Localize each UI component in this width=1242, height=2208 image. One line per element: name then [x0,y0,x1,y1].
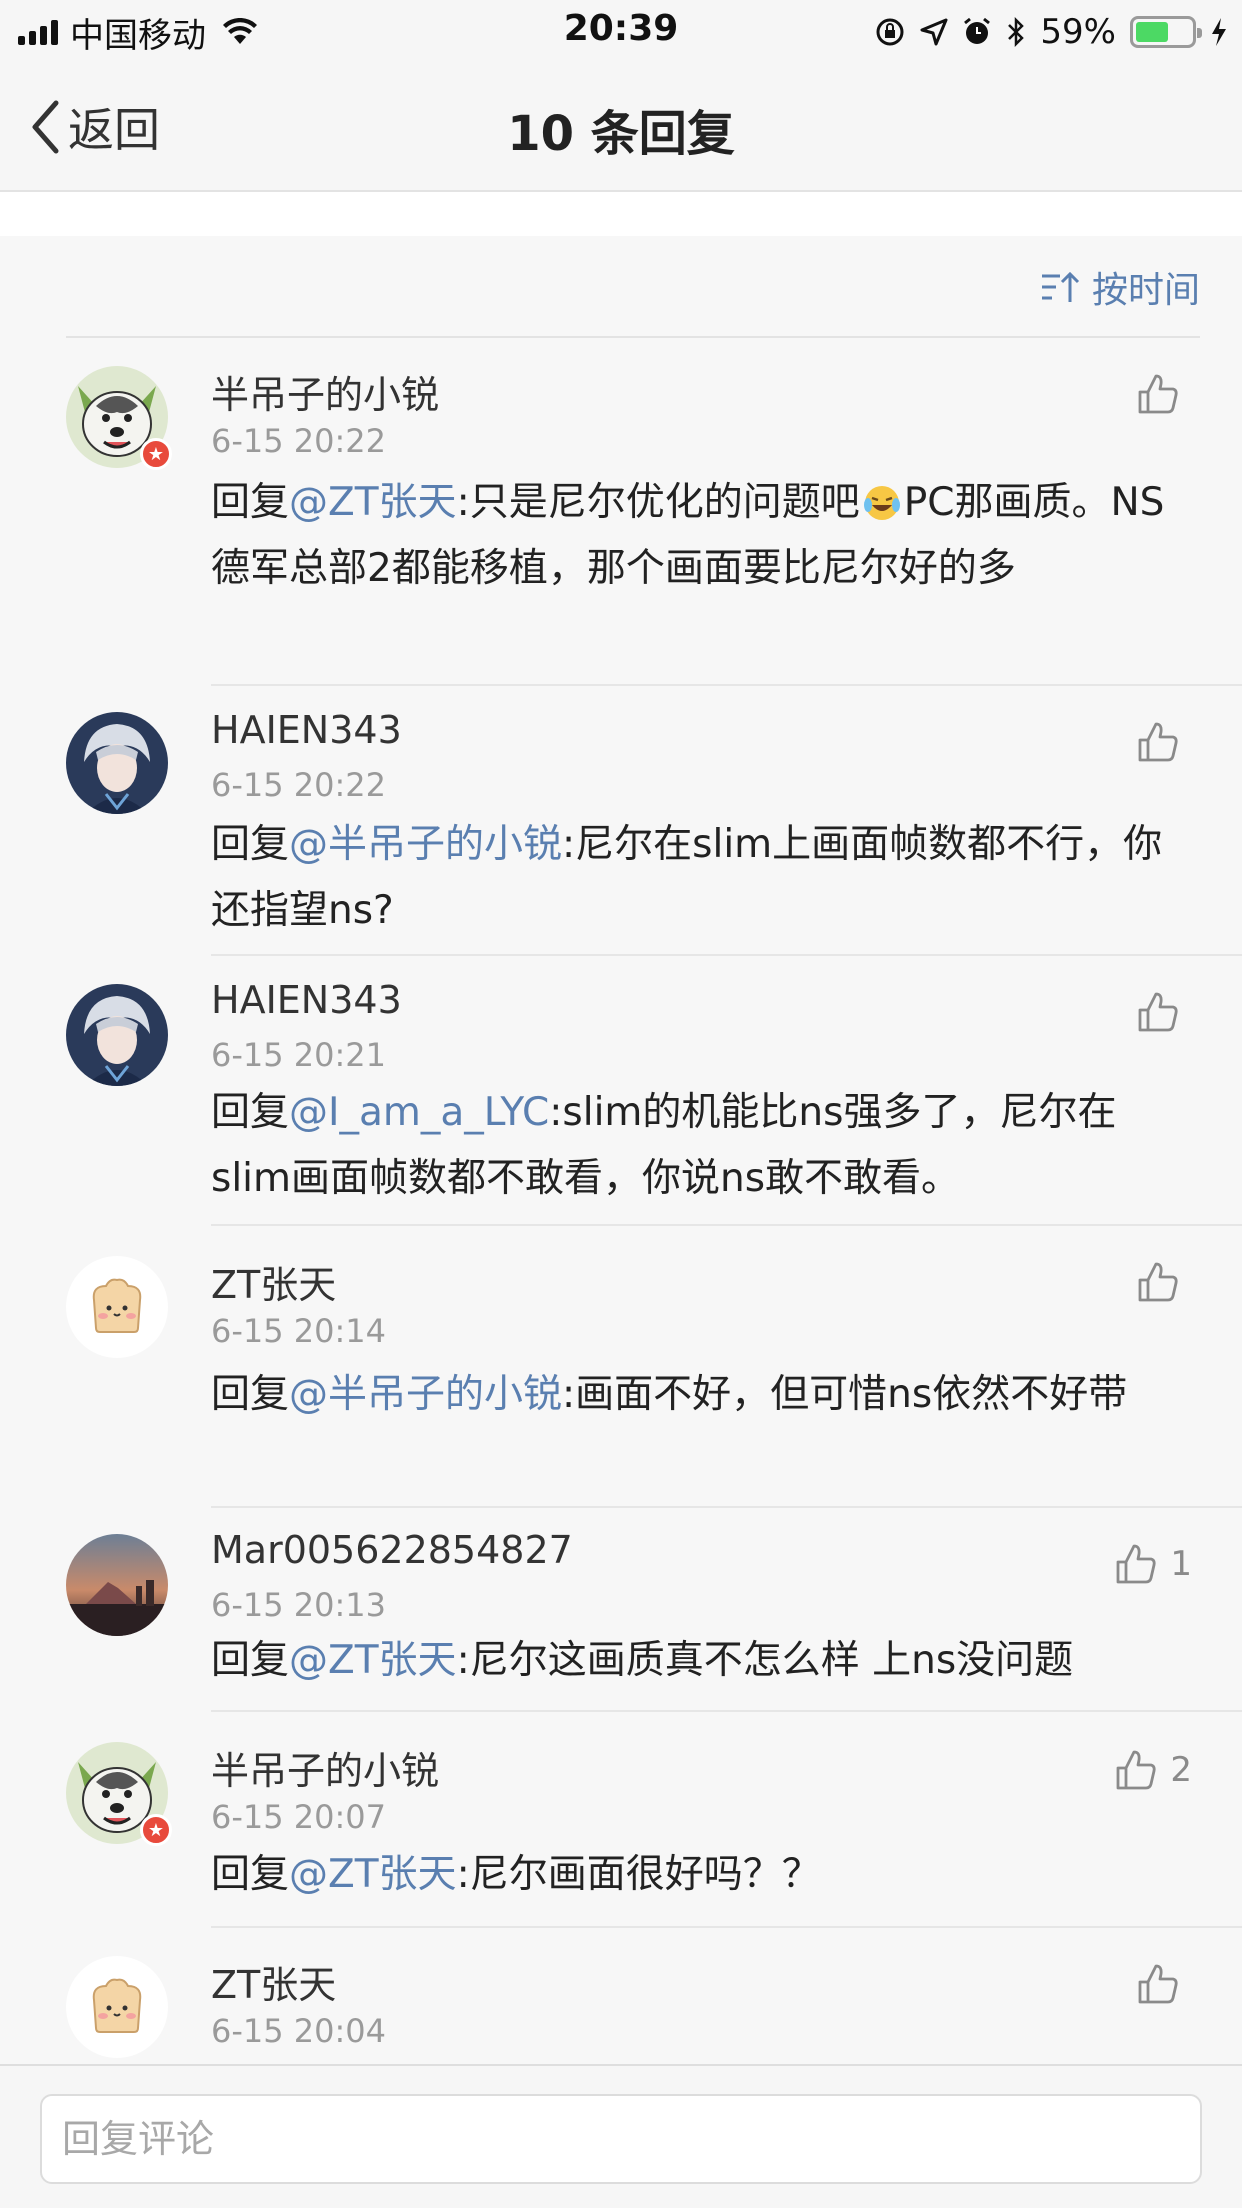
status-left: 中国移动 [18,10,258,56]
status-bar: 中国移动 20:39 59% [0,0,1242,64]
back-button[interactable]: 返回 [30,94,160,160]
verified-badge-icon: ★ [140,438,172,470]
comment-body: :尼尔画面很好吗？？ [456,1852,821,1897]
bluetooth-icon [1008,16,1025,48]
verified-badge-icon: ★ [140,1814,172,1846]
sort-row: 按时间 [66,236,1200,338]
comment-author[interactable]: HAIEN343 [211,978,402,1022]
comment-item: HAIEN343 6-15 20:22 回复@半吊子的小锐:尼尔在slim上画面… [0,686,1242,956]
location-icon [920,18,948,46]
comment-time: 6-15 20:14 [211,1312,387,1350]
comment-item: ZT张天 6-15 20:14 回复@半吊子的小锐:画面不好，但可惜ns依然不好… [0,1226,1242,1508]
avatar[interactable] [66,1956,168,2058]
comment-body: :只是尼尔优化的问题吧 [456,480,860,525]
comment-time: 6-15 20:13 [211,1586,387,1624]
back-label: 返回 [68,103,160,157]
landscape-photo-avatar-icon [66,1534,168,1636]
mention-link[interactable]: @半吊子的小锐 [289,1372,562,1417]
status-right: 59% [874,10,1228,54]
mention-link[interactable]: @I_am_a_LYC [289,1090,549,1135]
comment-item: ★ 半吊子的小锐 6-15 20:07 回复@ZT张天:尼尔画面很好吗？？ 2 [0,1712,1242,1928]
comment-time: 6-15 20:07 [211,1798,387,1836]
reply-prefix: 回复 [211,1638,290,1683]
mention-link[interactable]: @ZT张天 [289,1638,457,1683]
comment-author[interactable]: ZT张天 [211,1254,336,1309]
nav-bar: 返回 10 条回复 [0,64,1242,192]
sort-by-time-button[interactable]: 按时间 [1040,260,1200,314]
comment-author[interactable]: 半吊子的小锐 [211,1740,439,1795]
comment-time: 6-15 20:21 [211,1036,387,1074]
thumbs-up-icon [1138,722,1178,762]
thumbs-up-icon [1138,992,1178,1032]
reply-comment-input[interactable] [40,2094,1202,2184]
comment-item: HAIEN343 6-15 20:21 回复@I_am_a_LYC:slim的机… [0,956,1242,1226]
battery-percent: 59% [1040,12,1116,52]
comment-time: 6-15 20:04 [211,2012,387,2050]
like-button[interactable] [1136,990,1192,1034]
comment-item: ZT张天 6-15 20:04 [0,1928,1242,2064]
like-button[interactable] [1136,720,1192,764]
thumbs-up-icon [1138,1262,1178,1302]
thumbs-up-icon [1116,1750,1156,1790]
like-button[interactable] [1136,1260,1192,1304]
avatar[interactable] [66,712,168,814]
avatar[interactable] [66,1534,168,1636]
battery-icon [1130,16,1202,48]
avatar[interactable] [66,984,168,1086]
mention-link[interactable]: @半吊子的小锐 [289,822,562,867]
thumbs-up-icon [1116,1544,1156,1584]
reply-prefix: 回复 [211,1372,290,1417]
toast-avatar-icon [66,1256,168,1358]
comment-text: 回复@半吊子的小锐:尼尔在slim上画面帧数都不行，你还指望ns? [211,812,1186,944]
battery-fill [1136,22,1168,42]
header-spacer [0,192,1242,236]
comment-text: 回复@半吊子的小锐:画面不好，但可惜ns依然不好带 [211,1362,1186,1428]
toast-avatar-icon [66,1956,168,2058]
signal-icon [18,19,58,45]
charging-icon [1212,18,1226,46]
reply-prefix: 回复 [211,1852,290,1897]
anime-character-avatar-icon [66,984,168,1086]
reply-prefix: 回复 [211,1090,290,1135]
rotation-lock-icon [876,18,904,46]
comment-item: ★ 半吊子的小锐 6-15 20:22 回复@ZT张天:只是尼尔优化的问题吧 P… [0,338,1242,686]
comment-author[interactable]: ZT张天 [211,1954,336,2009]
comment-body: :尼尔这画质真不怎么样 上ns没问题 [456,1638,1074,1683]
sort-label: 按时间 [1091,270,1200,311]
comment-text: 回复@ZT张天:尼尔这画质真不怎么样 上ns没问题 [211,1628,1186,1694]
like-button[interactable] [1136,372,1192,416]
comment-item: Mar005622854827 6-15 20:13 回复@ZT张天:尼尔这画质… [0,1508,1242,1712]
comment-author[interactable]: Mar005622854827 [211,1528,573,1572]
page-title: 10 条回复 [507,106,735,162]
laughing-crying-emoji-icon [863,486,900,520]
reply-prefix: 回复 [211,822,290,867]
wifi-icon [223,18,257,44]
reply-bar [0,2064,1242,2208]
sort-icon [1041,271,1080,302]
reply-prefix: 回复 [211,480,290,525]
thumbs-up-icon [1138,1964,1178,2004]
comment-time: 6-15 20:22 [211,766,387,804]
mention-link[interactable]: @ZT张天 [289,480,457,525]
like-count: 1 [1170,1544,1192,1584]
comment-text: 回复@ZT张天:尼尔画面很好吗？？ [211,1842,1186,1908]
mention-link[interactable]: @ZT张天 [289,1852,457,1897]
like-button[interactable]: 2 [1114,1748,1192,1792]
comment-text: 回复@I_am_a_LYC:slim的机能比ns强多了，尼尔在slim画面帧数都… [211,1080,1186,1212]
carrier-name: 中国移动 [70,15,206,56]
alarm-icon [964,17,991,44]
like-count: 2 [1170,1750,1192,1790]
comment-author[interactable]: HAIEN343 [211,708,402,752]
comment-author[interactable]: 半吊子的小锐 [211,364,439,419]
like-button[interactable]: 1 [1114,1542,1192,1586]
anime-character-avatar-icon [66,712,168,814]
avatar[interactable] [66,1256,168,1358]
comment-text: 回复@ZT张天:只是尼尔优化的问题吧 PC那画质。NS德军总部2都能移植，那个画… [211,470,1186,602]
like-button[interactable] [1136,1962,1192,2006]
chevron-left-icon [32,100,59,154]
comment-time: 6-15 20:22 [211,422,387,460]
thumbs-up-icon [1138,374,1178,414]
comment-body: :画面不好，但可惜ns依然不好带 [562,1372,1128,1417]
